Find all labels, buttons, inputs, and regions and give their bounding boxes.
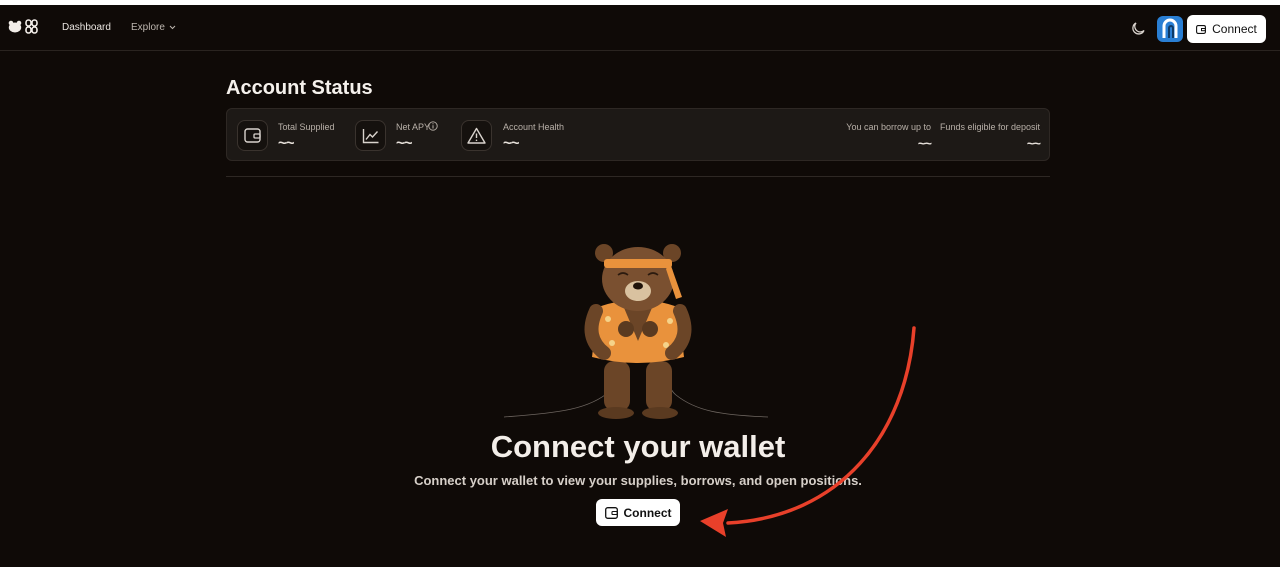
stat-borrow-up-to: You can borrow up to ~~ [827, 109, 932, 162]
nav-explore-label: Explore [131, 22, 165, 33]
stat-label: Account Health [503, 122, 565, 132]
empty-state-title: Connect your wallet [490, 429, 786, 464]
app-window: Dashboard Explore Connect Account Status… [0, 5, 1280, 567]
stat-value: ~~ [503, 135, 520, 152]
empty-state-subtitle: Connect your wallet to view your supplie… [414, 473, 862, 488]
section-divider [226, 176, 1050, 177]
chevron-down-icon [169, 25, 176, 30]
top-nav-bar: Dashboard Explore Connect [0, 5, 1280, 51]
stat-funds-eligible: Funds eligible for deposit ~~ [931, 109, 1041, 162]
wallet-icon [604, 506, 618, 519]
annotation-arrow [700, 326, 916, 537]
nav-dashboard[interactable]: Dashboard [62, 22, 111, 33]
nav-explore-dropdown[interactable]: Explore [131, 22, 176, 33]
stat-value: ~~ [278, 135, 295, 152]
warning-icon [461, 120, 492, 151]
stat-value: ~~ [396, 135, 413, 152]
stat-label: Funds eligible for deposit [939, 122, 1040, 132]
brand-logo[interactable] [8, 19, 38, 34]
avatar[interactable] [1157, 16, 1183, 42]
header-connect-label: Connect [1212, 22, 1257, 36]
stat-value: ~~ [1026, 136, 1041, 151]
account-status-card: Total Supplied ~~ Net APY ~~ Account Hea… [226, 108, 1050, 161]
stat-label: Total Supplied [278, 122, 335, 132]
header-connect-button[interactable]: Connect [1187, 15, 1266, 43]
wallet-icon [1196, 24, 1207, 34]
connect-wallet-label: Connect [623, 505, 672, 520]
stat-label: You can borrow up to [846, 122, 931, 132]
wallet-icon [237, 120, 268, 151]
stat-label: Net APY [396, 122, 431, 132]
theme-toggle-button[interactable] [1131, 21, 1146, 41]
bear-logo-icon [8, 20, 22, 33]
avatar-icon [1162, 18, 1178, 38]
info-icon[interactable] [428, 121, 438, 131]
page-title: Account Status [226, 77, 373, 99]
chain-link-icon [25, 19, 38, 34]
moon-icon [1132, 22, 1145, 35]
line-chart-icon [355, 120, 386, 151]
stat-value: ~~ [917, 136, 932, 151]
connect-wallet-button[interactable]: Connect [596, 499, 680, 526]
